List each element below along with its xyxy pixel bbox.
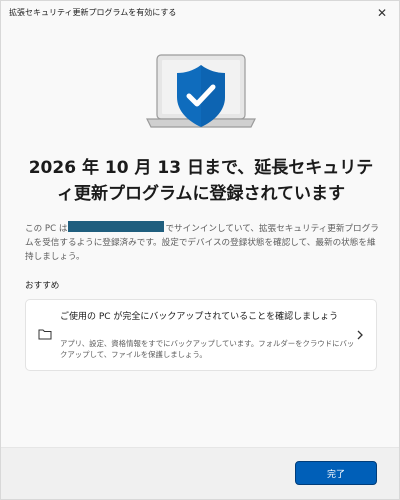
card-title: ご使用の PC が完全にバックアップされていることを確認しましょう bbox=[60, 312, 339, 322]
done-button[interactable]: 完了 bbox=[295, 461, 377, 485]
dialog-window: 拡張セキュリティ更新プログラムを有効にする ✕ 2026 年 10 月 13 日… bbox=[0, 0, 400, 500]
close-button[interactable]: ✕ bbox=[365, 1, 399, 25]
recommended-section-label: おすすめ bbox=[25, 281, 60, 291]
page-heading: 2026 年 10 月 13 日まで、延長セキュリティ更新プログラムに登録されて… bbox=[28, 158, 374, 204]
redacted-account bbox=[68, 221, 165, 232]
backup-recommendation-card[interactable]: ご使用の PC が完全にバックアップされていることを確認しましょう アプリ、設定… bbox=[25, 299, 377, 371]
window-title: 拡張セキュリティ更新プログラムを有効にする bbox=[9, 8, 177, 17]
close-icon: ✕ bbox=[376, 6, 388, 20]
laptop-shield-icon bbox=[146, 54, 256, 128]
laptop-shield-illustration bbox=[143, 53, 259, 139]
card-description: アプリ、設定、資格情報をすでにバックアップしています。フォルダーをクラウドにバッ… bbox=[60, 339, 355, 359]
title-bar: 拡張セキュリティ更新プログラムを有効にする ✕ bbox=[1, 1, 399, 25]
chevron-right-icon bbox=[357, 330, 363, 340]
description-prefix: この PC は bbox=[25, 224, 68, 234]
folder-icon bbox=[38, 329, 52, 340]
enrollment-description: この PC はでサインインしていて、拡張セキュリティ更新プログラムを受信するよう… bbox=[25, 221, 379, 264]
